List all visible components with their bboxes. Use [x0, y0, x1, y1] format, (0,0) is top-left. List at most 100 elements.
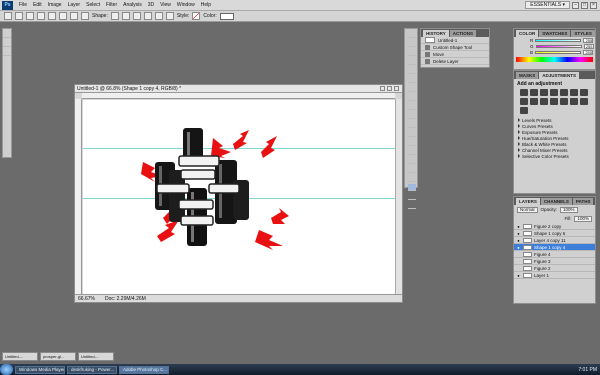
photo-filter-icon[interactable] — [530, 98, 538, 105]
eye-icon[interactable] — [516, 252, 521, 256]
minimized-document[interactable]: Untitled-... — [2, 352, 38, 361]
channel-mixer-icon[interactable] — [540, 98, 548, 105]
black-white-icon[interactable] — [520, 98, 528, 105]
color-swatch[interactable] — [219, 12, 234, 20]
blur-tool-icon[interactable] — [408, 139, 416, 146]
red-slider[interactable] — [535, 38, 582, 42]
taskbar-item-active[interactable]: Adobe Photoshop C... — [119, 365, 169, 374]
doc-maximize-icon[interactable] — [387, 86, 392, 91]
move-tool-icon[interactable] — [408, 31, 416, 38]
eye-icon[interactable]: ● — [516, 273, 521, 278]
tab-color[interactable]: COLOR — [516, 30, 539, 37]
menu-filter[interactable]: Filter — [103, 2, 120, 8]
green-slider[interactable] — [535, 44, 582, 48]
layer-row[interactable]: ● Layer 1 — [514, 272, 595, 279]
marquee-tool-icon[interactable] — [408, 40, 416, 47]
red-value[interactable]: 255 — [583, 37, 594, 43]
layer-row[interactable]: ● Shape 1 copy 6 — [514, 230, 595, 237]
preset-item[interactable]: Selective Color Presets — [514, 153, 595, 159]
green-value[interactable]: 255 — [583, 43, 594, 49]
custom-shape-icon[interactable] — [81, 12, 89, 20]
color-spectrum[interactable] — [516, 57, 593, 62]
intersect-icon[interactable] — [143, 12, 152, 20]
hand-tool-icon[interactable] — [408, 193, 416, 200]
history-item[interactable]: Untitled-1 — [421, 37, 489, 44]
brush-tool-icon[interactable] — [408, 94, 416, 101]
style-picker[interactable] — [192, 12, 201, 20]
menu-help[interactable]: Help — [198, 2, 214, 8]
layer-row[interactable]: Figure 3 — [514, 258, 595, 265]
tab-styles[interactable]: STYLES — [571, 30, 595, 37]
vertical-scrollbar[interactable] — [395, 99, 402, 294]
eye-icon[interactable] — [516, 266, 521, 270]
menu-3d[interactable]: 3D — [145, 2, 157, 8]
history-item[interactable]: Custom Shape Tool — [421, 44, 489, 51]
tab-history[interactable]: HISTORY — [423, 30, 449, 37]
tab-channels[interactable]: CHANNELS — [540, 198, 572, 205]
crop-tool-icon[interactable] — [408, 67, 416, 74]
tab-actions[interactable]: ACTIONS — [449, 30, 477, 37]
rectangle-icon[interactable] — [59, 12, 67, 20]
curves-icon[interactable] — [540, 89, 548, 96]
start-button-icon[interactable] — [0, 364, 13, 375]
gradient-map-icon[interactable] — [580, 98, 588, 105]
vibrance-icon[interactable] — [560, 89, 568, 96]
layer-row[interactable]: Figure 2 — [514, 265, 595, 272]
menu-layer[interactable]: Layer — [65, 2, 84, 8]
invert-icon[interactable] — [550, 98, 558, 105]
combine-icon[interactable] — [121, 12, 130, 20]
system-clock[interactable]: 7:01 PM — [578, 367, 597, 373]
tool-slot-icon[interactable] — [3, 40, 11, 47]
healing-tool-icon[interactable] — [408, 85, 416, 92]
menu-analysis[interactable]: Analysis — [120, 2, 145, 8]
blue-slider[interactable] — [535, 50, 582, 54]
minimize-icon[interactable]: – — [572, 1, 579, 9]
workspace-switcher[interactable]: ESSENTIALS ▾ — [525, 1, 570, 9]
brightness-contrast-icon[interactable] — [520, 89, 528, 96]
eye-icon[interactable]: ● — [516, 224, 521, 229]
doc-close-icon[interactable] — [394, 86, 399, 91]
document-titlebar[interactable]: Untitled-1 @ 66.8% (Shape 1 copy 4, RGB/… — [75, 85, 402, 93]
history-brush-tool-icon[interactable] — [408, 112, 416, 119]
levels-icon[interactable] — [530, 89, 538, 96]
layer-row[interactable]: ● Layer 4 copy 11 — [514, 237, 595, 244]
eye-icon[interactable]: ● — [516, 238, 521, 243]
path-selection-tool-icon[interactable] — [408, 175, 416, 182]
menu-edit[interactable]: Edit — [30, 2, 45, 8]
dodge-tool-icon[interactable] — [408, 148, 416, 155]
menu-select[interactable]: Select — [83, 2, 103, 8]
tab-adjustments[interactable]: ADJUSTMENTS — [539, 72, 580, 79]
tool-slot-icon[interactable] — [3, 31, 11, 38]
canvas[interactable] — [83, 100, 396, 294]
history-item[interactable]: Delete Layer — [421, 58, 489, 65]
close-icon[interactable]: × — [590, 1, 597, 9]
threshold-icon[interactable] — [570, 98, 578, 105]
color-balance-icon[interactable] — [580, 89, 588, 96]
opacity-input[interactable]: 100% — [560, 206, 578, 213]
selective-color-icon[interactable] — [520, 107, 528, 114]
pen-icon[interactable] — [48, 12, 56, 20]
minimized-document[interactable]: prosper-gl... — [40, 352, 76, 361]
layer-row[interactable]: Figure 4 — [514, 251, 595, 258]
ellipse-icon[interactable] — [70, 12, 78, 20]
minimized-document[interactable]: Untitled-... — [78, 352, 114, 361]
link-icon[interactable] — [165, 12, 174, 20]
doc-size[interactable]: Doc: 2.29M/4.26M — [105, 296, 146, 302]
ruler-horizontal[interactable] — [82, 93, 395, 99]
doc-minimize-icon[interactable] — [380, 86, 385, 91]
fill-input[interactable]: 100% — [574, 215, 592, 222]
shape-picker[interactable] — [110, 12, 119, 20]
shape-layers-icon[interactable] — [15, 12, 23, 20]
zoom-tool-icon[interactable] — [408, 202, 416, 209]
magic-wand-tool-icon[interactable] — [408, 58, 416, 65]
tab-masks[interactable]: MASKS — [516, 72, 539, 79]
eye-icon[interactable]: ● — [516, 231, 521, 236]
menu-view[interactable]: View — [157, 2, 174, 8]
type-tool-icon[interactable] — [408, 166, 416, 173]
eyedropper-tool-icon[interactable] — [408, 76, 416, 83]
exclude-icon[interactable] — [154, 12, 163, 20]
history-item[interactable]: Move — [421, 51, 489, 58]
tool-preset-icon[interactable] — [4, 12, 12, 20]
eraser-tool-icon[interactable] — [408, 121, 416, 128]
subtract-icon[interactable] — [132, 12, 141, 20]
